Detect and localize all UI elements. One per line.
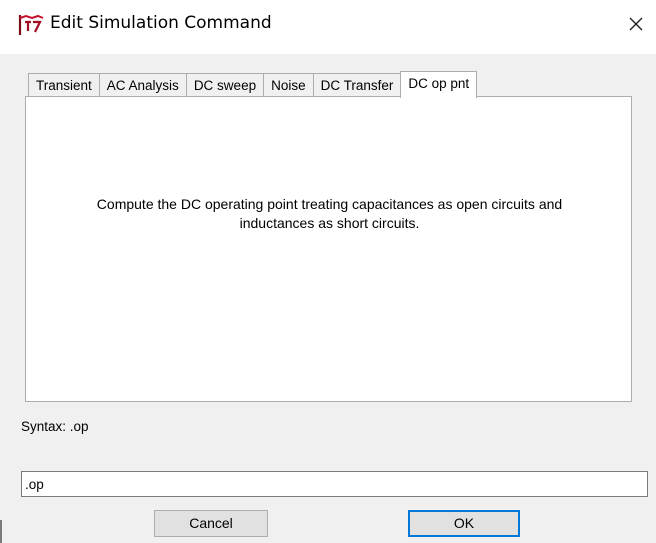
edit-simulation-dialog: Edit Simulation Command Transient AC Ana…	[0, 0, 656, 543]
analysis-description: Compute the DC operating point treating …	[46, 195, 613, 233]
window-title: Edit Simulation Command	[50, 13, 272, 33]
close-icon[interactable]	[622, 10, 650, 38]
title-bar: Edit Simulation Command	[0, 0, 656, 54]
description-line-1: Compute the DC operating point treating …	[96, 196, 563, 212]
description-line-2: inductances as short circuits.	[239, 215, 420, 231]
window-edge	[0, 520, 2, 543]
tab-dc-transfer[interactable]: DC Transfer	[313, 73, 402, 97]
ltspice-app-icon	[18, 14, 44, 36]
tab-noise[interactable]: Noise	[264, 73, 314, 97]
tab-dc-sweep[interactable]: DC sweep	[186, 73, 265, 97]
command-input[interactable]	[21, 471, 648, 497]
tab-ac-analysis[interactable]: AC Analysis	[99, 73, 187, 97]
tab-transient[interactable]: Transient	[28, 73, 100, 97]
syntax-label: Syntax: .op	[21, 419, 89, 434]
tab-dc-op-pnt[interactable]: DC op pnt	[400, 71, 478, 98]
ok-button[interactable]: OK	[408, 510, 520, 537]
analysis-tabs: Transient AC Analysis DC sweep Noise DC …	[28, 71, 478, 98]
cancel-button[interactable]: Cancel	[154, 510, 268, 537]
tab-panel-dc-op-pnt: Compute the DC operating point treating …	[25, 96, 632, 402]
